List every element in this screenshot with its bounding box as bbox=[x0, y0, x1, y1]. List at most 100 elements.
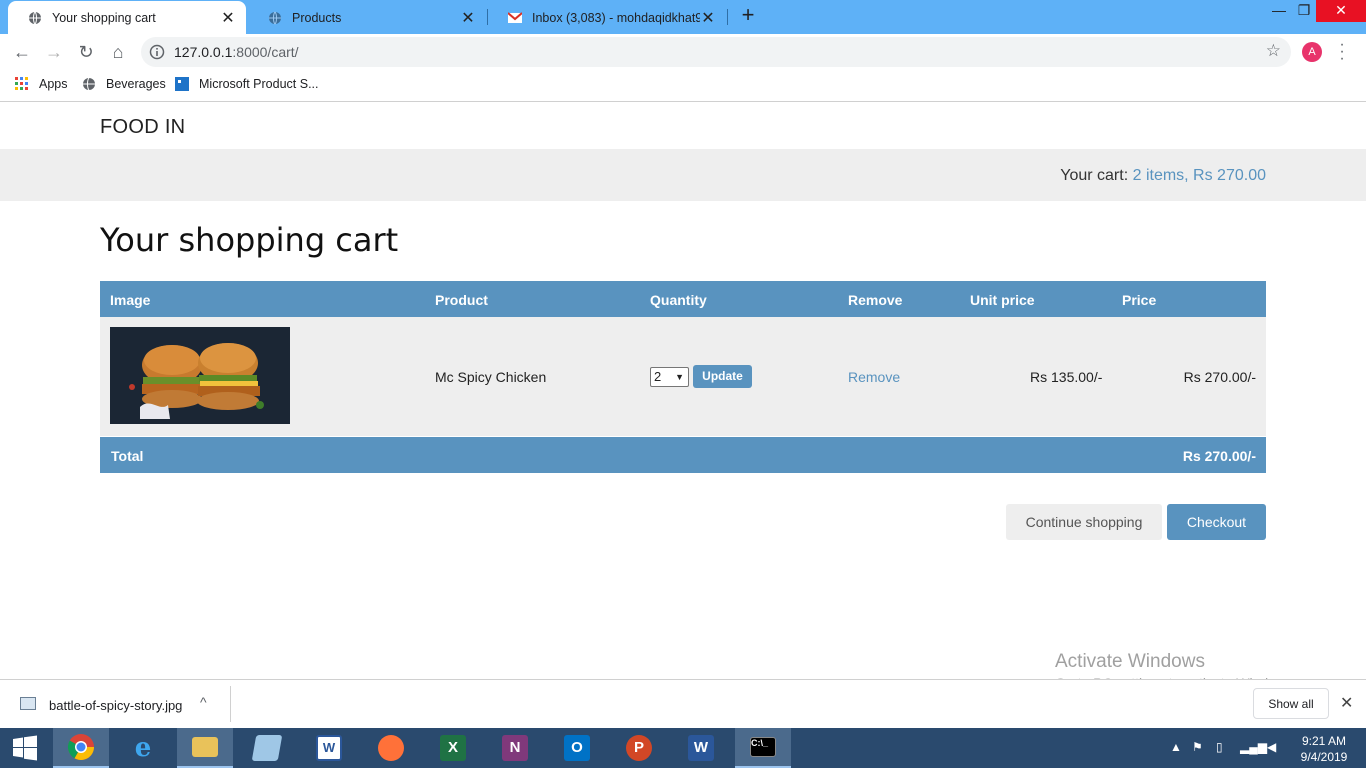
quantity-value: 2 bbox=[654, 369, 662, 384]
flag-icon[interactable]: ⚑ bbox=[1192, 740, 1203, 754]
back-button[interactable]: ← bbox=[12, 42, 32, 62]
microsoft-icon bbox=[175, 77, 189, 91]
table-header: Image Product Quantity Remove Unit price… bbox=[100, 281, 1266, 317]
tab-title: Products bbox=[292, 10, 342, 25]
table-row: Mc Spicy Chicken 2 ▼ Update Remove Rs 13… bbox=[100, 317, 1266, 436]
download-item[interactable]: battle-of-spicy-story.jpg ^ bbox=[0, 686, 231, 722]
onenote-icon: N bbox=[502, 735, 528, 761]
tray-chevron-icon[interactable]: ▲ bbox=[1170, 740, 1182, 754]
close-icon[interactable]: ✕ bbox=[1340, 693, 1353, 713]
bookmark-label: Beverages bbox=[106, 77, 166, 91]
taskbar-powerpoint[interactable]: P bbox=[611, 728, 667, 768]
col-header-remove: Remove bbox=[848, 292, 903, 308]
unit-price: Rs 135.00/- bbox=[1030, 369, 1103, 385]
show-all-button[interactable]: Show all bbox=[1253, 688, 1329, 719]
volume-icon[interactable]: ◀ bbox=[1267, 740, 1276, 754]
burger-image bbox=[110, 327, 290, 424]
forward-button[interactable]: → bbox=[44, 42, 64, 62]
tab-products[interactable]: Products ✕ bbox=[248, 1, 486, 34]
site-brand[interactable]: FOOD IN bbox=[100, 116, 185, 139]
word-icon: W bbox=[688, 735, 714, 761]
col-header-unit-price: Unit price bbox=[970, 292, 1035, 308]
bookmark-star-icon[interactable]: ☆ bbox=[1266, 41, 1281, 61]
col-header-image: Image bbox=[110, 292, 151, 308]
tab-close-icon[interactable]: ✕ bbox=[220, 8, 236, 28]
excel-icon: X bbox=[440, 735, 466, 761]
taskbar-notepad[interactable] bbox=[239, 728, 295, 768]
profile-avatar[interactable]: A bbox=[1302, 42, 1322, 62]
bookmark-apps[interactable]: Apps bbox=[15, 77, 68, 91]
folder-icon bbox=[192, 737, 218, 757]
cart-summary-link[interactable]: 2 items, Rs 270.00 bbox=[1133, 167, 1266, 184]
continue-shopping-button[interactable]: Continue shopping bbox=[1006, 504, 1162, 540]
tab-close-icon[interactable]: ✕ bbox=[700, 8, 716, 28]
col-header-quantity: Quantity bbox=[650, 292, 707, 308]
outlook-icon: O bbox=[564, 735, 590, 761]
globe-icon bbox=[269, 11, 281, 24]
bookmark-beverages[interactable]: Beverages bbox=[82, 77, 166, 91]
start-button[interactable] bbox=[0, 728, 50, 768]
taskbar-firefox[interactable] bbox=[363, 728, 419, 768]
home-button[interactable]: ⌂ bbox=[108, 42, 128, 62]
system-clock[interactable]: 9:21 AM 9/4/2019 bbox=[1296, 733, 1352, 765]
windows-taskbar: e W X N O P W C:\_ ▲ ⚑ ▯ ▂▄▆ ◀ 9:21 AM 9… bbox=[0, 728, 1366, 768]
taskbar-onenote[interactable]: N bbox=[487, 728, 543, 768]
network-icon[interactable]: ▂▄▆ bbox=[1240, 740, 1267, 754]
address-bar[interactable]: 127.0.0.1:8000/cart/ ☆ bbox=[141, 37, 1291, 67]
remove-link[interactable]: Remove bbox=[848, 369, 900, 385]
taskbar-word[interactable]: W bbox=[673, 728, 729, 768]
restore-button[interactable]: ❐ bbox=[1289, 0, 1319, 22]
browser-tab-strip: Your shopping cart ✕ Products ✕ Inbox (3… bbox=[0, 0, 1366, 34]
taskbar-file-explorer[interactable] bbox=[177, 728, 233, 768]
clock-date: 9/4/2019 bbox=[1300, 750, 1348, 764]
bookmark-microsoft[interactable]: Microsoft Product S... bbox=[175, 77, 318, 91]
windows-logo-icon bbox=[13, 735, 37, 761]
taskbar-excel[interactable]: X bbox=[425, 728, 481, 768]
url-host: 127.0.0.1 bbox=[174, 44, 233, 60]
taskbar-outlook[interactable]: O bbox=[549, 728, 605, 768]
globe-icon bbox=[83, 77, 95, 91]
word-document-icon: W bbox=[316, 735, 342, 761]
reload-button[interactable]: ↻ bbox=[76, 42, 96, 62]
product-image[interactable] bbox=[110, 327, 290, 424]
tab-shopping-cart[interactable]: Your shopping cart ✕ bbox=[8, 1, 246, 34]
page-title: Your shopping cart bbox=[100, 221, 399, 259]
clock-time: 9:21 AM bbox=[1301, 734, 1347, 748]
chevron-up-icon[interactable]: ^ bbox=[200, 694, 207, 710]
info-icon[interactable] bbox=[149, 44, 165, 60]
browser-menu-icon[interactable]: · · · bbox=[1337, 37, 1347, 67]
notepad-icon bbox=[251, 735, 283, 761]
quantity-select[interactable]: 2 ▼ bbox=[650, 367, 689, 387]
url-text: 127.0.0.1:8000/cart/ bbox=[174, 44, 299, 60]
url-path: :8000/cart/ bbox=[232, 44, 299, 60]
table-footer-total: Total Rs 270.00/- bbox=[100, 437, 1266, 473]
download-file-name: battle-of-spicy-story.jpg bbox=[49, 698, 183, 713]
cart-subheader: Your cart: 2 items, Rs 270.00 bbox=[0, 149, 1366, 201]
download-shelf: battle-of-spicy-story.jpg ^ Show all ✕ bbox=[0, 679, 1366, 728]
tab-inbox[interactable]: Inbox (3,083) - mohdaqidkhat98@ ✕ bbox=[488, 1, 726, 34]
checkout-button[interactable]: Checkout bbox=[1167, 504, 1266, 540]
total-value: Rs 270.00/- bbox=[1182, 448, 1256, 464]
cart-table: Image Product Quantity Remove Unit price… bbox=[100, 281, 1266, 473]
window-close-button[interactable]: ✕ bbox=[1316, 0, 1366, 22]
product-name: Mc Spicy Chicken bbox=[435, 369, 547, 385]
taskbar-ie[interactable]: e bbox=[115, 728, 171, 768]
bookmarks-bar: Apps Beverages Microsoft Product S... bbox=[0, 70, 1366, 102]
device-icon[interactable]: ▯ bbox=[1216, 740, 1223, 754]
bookmark-label: Apps bbox=[39, 77, 68, 91]
tab-close-icon[interactable]: ✕ bbox=[460, 8, 476, 28]
taskbar-word-doc[interactable]: W bbox=[301, 728, 357, 768]
bookmark-label: Microsoft Product S... bbox=[199, 77, 319, 91]
dropdown-arrow-icon: ▼ bbox=[675, 372, 684, 382]
gmail-icon bbox=[508, 11, 522, 23]
new-tab-button[interactable]: + bbox=[737, 4, 759, 27]
page-content: FOOD IN Your cart: 2 items, Rs 270.00 Yo… bbox=[0, 103, 1366, 691]
taskbar-command-prompt[interactable]: C:\_ bbox=[735, 728, 791, 768]
cart-summary: Your cart: 2 items, Rs 270.00 bbox=[1060, 167, 1266, 185]
update-button[interactable]: Update bbox=[693, 365, 752, 388]
internet-explorer-icon: e bbox=[134, 733, 152, 763]
globe-icon bbox=[29, 11, 41, 24]
taskbar-chrome[interactable] bbox=[53, 728, 109, 768]
powerpoint-icon: P bbox=[626, 735, 652, 761]
browser-toolbar: ← → ↻ ⌂ 127.0.0.1:8000/cart/ ☆ bbox=[0, 34, 1366, 70]
